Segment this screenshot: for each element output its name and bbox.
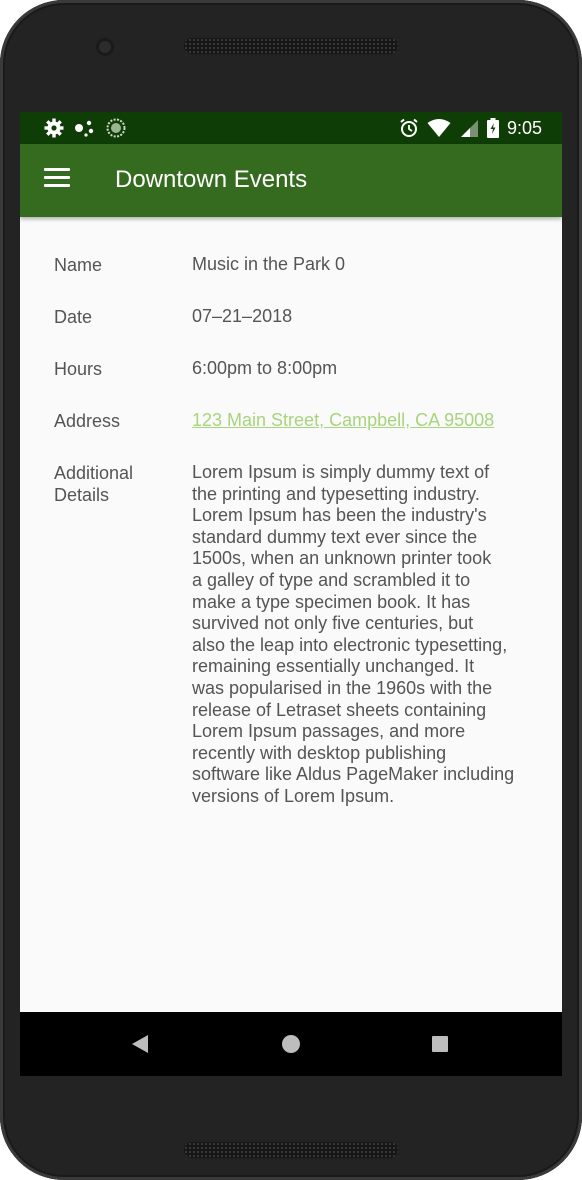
sync-icon: [106, 118, 126, 138]
additional-line: a galley of type and scrambled it to: [192, 569, 471, 590]
date-label: Date: [54, 307, 93, 327]
home-icon[interactable]: [282, 1035, 300, 1053]
status-right-icons: 9:05: [399, 117, 542, 139]
recents-icon[interactable]: [432, 1036, 448, 1052]
status-clock: 9:05: [506, 117, 542, 138]
additional-line: was popularised in the 1960s with the: [192, 677, 493, 698]
additional-line: 1500s, when an unknown printer took: [192, 548, 492, 569]
date-value: 07–21–2018: [192, 306, 293, 326]
additional-line: the printing and typesetting industry.: [192, 483, 480, 504]
status-bar: 9:05: [20, 112, 562, 144]
additional-details-label: Additional Details: [54, 462, 184, 506]
battery-icon: [486, 118, 499, 138]
wifi-icon: [427, 119, 451, 137]
status-left-icons: [44, 118, 126, 138]
notification-dots-icon: [75, 120, 94, 137]
bottom-speaker: [184, 1142, 398, 1158]
address-label: Address: [54, 411, 121, 431]
additional-line: versions of Lorem Ipsum.: [192, 785, 395, 806]
additional-label-line1: Additional: [54, 463, 134, 483]
front-camera: [96, 38, 114, 56]
alarm-icon: [400, 118, 418, 137]
signal-icon: [460, 120, 478, 137]
additional-line: Lorem Ipsum has been the industry's: [192, 505, 487, 526]
hours-label: Hours: [54, 359, 103, 379]
settings-icon: [44, 118, 64, 138]
additional-details-value: Lorem Ipsum is simply dummy text of the …: [192, 462, 532, 808]
address-link[interactable]: 123 Main Street, Campbell, CA 95008: [192, 410, 532, 432]
additional-line: make a type specimen book. It has: [192, 591, 471, 612]
additional-line: survived not only five centuries, but: [192, 613, 474, 634]
phone-frame: 9:05 Downtown Events Name Music in the P…: [0, 0, 582, 1180]
hamburger-menu-icon[interactable]: [44, 168, 70, 190]
screen: 9:05 Downtown Events Name Music in the P…: [20, 112, 562, 1076]
additional-line: software like Aldus PageMaker including: [192, 764, 515, 785]
name-label: Name: [54, 255, 103, 275]
additional-line: release of Letraset sheets containing: [192, 699, 487, 720]
additional-line: Lorem Ipsum passages, and more: [192, 721, 466, 742]
additional-label-line2: Details: [54, 485, 110, 505]
additional-line: recently with desktop publishing: [192, 742, 447, 763]
additional-line: standard dummy text ever since the: [192, 526, 478, 547]
hours-value: 6:00pm to 8:00pm: [192, 358, 338, 378]
name-value: Music in the Park 0: [192, 254, 346, 274]
app-bar: Downtown Events: [20, 144, 562, 217]
app-title: Downtown Events: [115, 166, 308, 193]
navigation-bar: [20, 1012, 562, 1076]
back-icon[interactable]: [132, 1035, 148, 1053]
additional-line: also the leap into electronic typesettin…: [192, 634, 508, 655]
additional-line: Lorem Ipsum is simply dummy text of: [192, 462, 490, 482]
additional-line: remaining essentially unchanged. It: [192, 656, 475, 677]
earpiece-speaker: [184, 38, 398, 54]
